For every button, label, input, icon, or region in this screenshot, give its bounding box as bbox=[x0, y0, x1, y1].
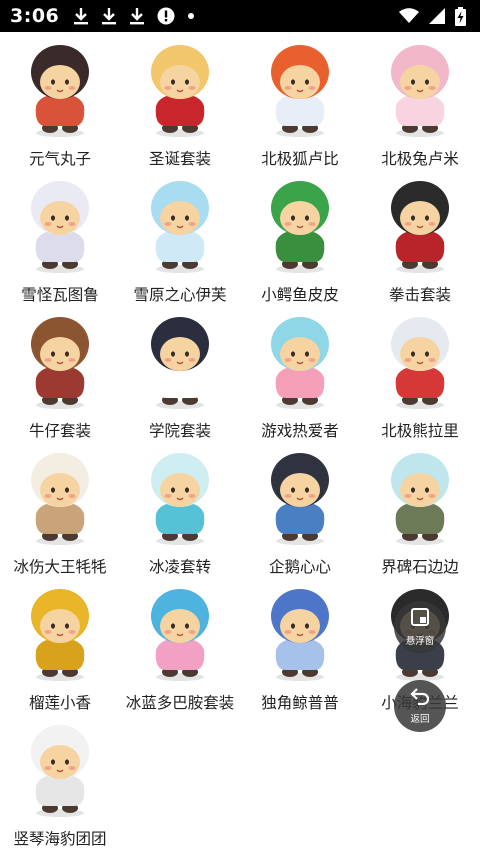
character-avatar-icon bbox=[140, 42, 220, 138]
character-name: 圣诞套装 bbox=[148, 150, 211, 168]
character-avatar-icon bbox=[20, 314, 100, 410]
dot-icon bbox=[187, 12, 195, 20]
character-item[interactable]: 雪原之心伊芙 bbox=[120, 168, 240, 304]
character-name: 北极狐卢比 bbox=[261, 150, 339, 168]
character-avatar-icon bbox=[20, 722, 100, 818]
character-item[interactable]: 拳击套装 bbox=[360, 168, 480, 304]
download-icon bbox=[73, 7, 89, 25]
character-avatar-icon bbox=[260, 178, 340, 274]
character-name: 界碑石边边 bbox=[381, 558, 459, 576]
character-item[interactable]: 竖琴海豹团团 bbox=[0, 712, 120, 848]
character-item[interactable]: 独角鲸普普 bbox=[240, 576, 360, 712]
character-name: 游戏热爱者 bbox=[261, 422, 339, 440]
character-name: 冰伤大王牦牦 bbox=[13, 558, 107, 576]
character-item[interactable]: 学院套装 bbox=[120, 304, 240, 440]
character-avatar-icon bbox=[20, 42, 100, 138]
floating-window-label: 悬浮窗 bbox=[405, 636, 435, 647]
character-name: 元气丸子 bbox=[28, 150, 91, 168]
character-avatar-icon bbox=[140, 450, 220, 546]
character-name: 企鹅心心 bbox=[268, 558, 331, 576]
battery-charging-icon bbox=[455, 6, 466, 26]
character-item[interactable]: 北极熊拉里 bbox=[360, 304, 480, 440]
character-name: 学院套装 bbox=[148, 422, 211, 440]
character-item[interactable]: 冰凌套转 bbox=[120, 440, 240, 576]
character-item[interactable]: 牛仔套装 bbox=[0, 304, 120, 440]
alert-circle-icon bbox=[157, 7, 175, 25]
character-item[interactable]: 游戏热爱者 bbox=[240, 304, 360, 440]
character-item[interactable]: 小鳄鱼皮皮 bbox=[240, 168, 360, 304]
character-avatar-icon bbox=[20, 586, 100, 682]
character-name: 牛仔套装 bbox=[28, 422, 91, 440]
character-avatar-icon bbox=[260, 586, 340, 682]
character-item[interactable]: 企鹅心心 bbox=[240, 440, 360, 576]
character-name: 北极兔卢米 bbox=[381, 150, 459, 168]
character-item[interactable]: 雪怪瓦图鲁 bbox=[0, 168, 120, 304]
character-item[interactable]: 圣诞套装 bbox=[120, 32, 240, 168]
character-avatar-icon bbox=[380, 314, 460, 410]
character-avatar-icon bbox=[20, 450, 100, 546]
character-item[interactable]: 北极兔卢米 bbox=[360, 32, 480, 168]
back-arrow-icon bbox=[410, 687, 430, 709]
notification-icons bbox=[73, 7, 195, 25]
character-name: 独角鲸普普 bbox=[261, 694, 339, 712]
download-icon bbox=[129, 7, 145, 25]
character-avatar-icon bbox=[380, 450, 460, 546]
character-avatar-icon bbox=[260, 450, 340, 546]
character-avatar-icon bbox=[260, 314, 340, 410]
status-bar: 3:06 bbox=[0, 0, 480, 32]
download-icon bbox=[101, 7, 117, 25]
status-time: 3:06 bbox=[10, 5, 60, 27]
character-item[interactable]: 北极狐卢比 bbox=[240, 32, 360, 168]
character-item[interactable]: 冰伤大王牦牦 bbox=[0, 440, 120, 576]
character-item[interactable]: 榴莲小香 bbox=[0, 576, 120, 712]
character-name: 冰蓝多巴胺套装 bbox=[125, 694, 235, 712]
character-avatar-icon bbox=[140, 586, 220, 682]
system-icons bbox=[399, 6, 466, 26]
character-avatar-icon bbox=[260, 42, 340, 138]
character-avatar-icon bbox=[20, 178, 100, 274]
character-avatar-icon bbox=[140, 178, 220, 274]
signal-icon bbox=[429, 8, 445, 24]
character-name: 雪怪瓦图鲁 bbox=[21, 286, 99, 304]
character-name: 竖琴海豹团团 bbox=[13, 830, 107, 848]
floating-window-button[interactable]: 悬浮窗 bbox=[394, 601, 446, 653]
character-name: 拳击套装 bbox=[388, 286, 451, 304]
back-label: 返回 bbox=[410, 714, 430, 725]
character-avatar-icon bbox=[140, 314, 220, 410]
character-item[interactable]: 冰蓝多巴胺套装 bbox=[120, 576, 240, 712]
character-name: 冰凌套转 bbox=[148, 558, 211, 576]
character-avatar-icon bbox=[380, 42, 460, 138]
character-avatar-icon bbox=[380, 178, 460, 274]
character-name: 榴莲小香 bbox=[28, 694, 91, 712]
character-name: 北极熊拉里 bbox=[381, 422, 459, 440]
wifi-icon bbox=[399, 8, 419, 24]
character-item[interactable]: 界碑石边边 bbox=[360, 440, 480, 576]
back-button[interactable]: 返回 bbox=[394, 680, 446, 732]
character-name: 雪原之心伊芙 bbox=[133, 286, 227, 304]
character-name: 小鳄鱼皮皮 bbox=[261, 286, 339, 304]
floating-window-icon bbox=[410, 607, 430, 631]
character-item[interactable]: 元气丸子 bbox=[0, 32, 120, 168]
